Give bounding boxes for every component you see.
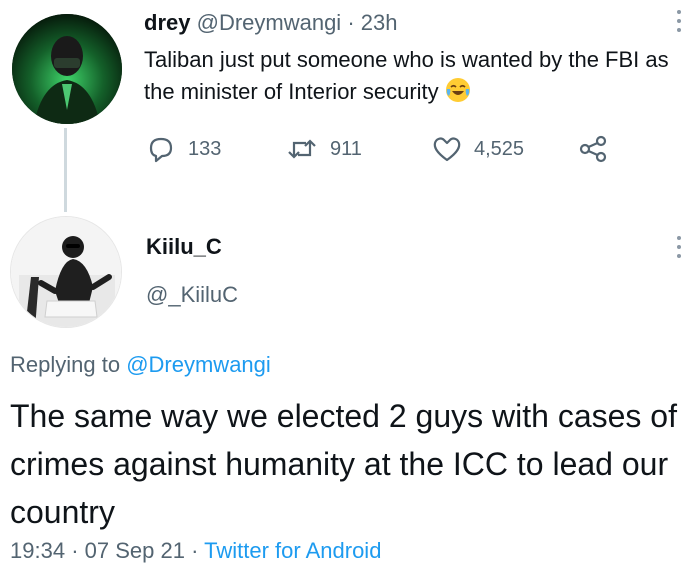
replying-to-label: Replying to <box>10 352 121 377</box>
share-action[interactable] <box>578 132 608 166</box>
more-options-icon[interactable] <box>672 232 686 262</box>
retweet-icon <box>288 139 316 159</box>
replying-to: Replying to @Dreymwangi <box>10 350 271 380</box>
tweet-original: drey @Dreymwangi · 23h Taliban just put … <box>0 0 692 212</box>
face-with-tears-of-joy-icon <box>445 77 471 103</box>
reply-text: The same way we elected 2 guys with case… <box>10 398 677 530</box>
reply-action[interactable]: 133 <box>146 132 221 166</box>
replying-to-mention[interactable]: @Dreymwangi <box>126 352 271 377</box>
share-icon <box>579 135 607 163</box>
reply-author-handle[interactable]: @_KiiluC <box>146 280 238 310</box>
reply-metadata: 19:34 · 07 Sep 21 · Twitter for Android <box>10 536 381 566</box>
like-count: 4,525 <box>474 137 525 160</box>
retweet-count: 911 <box>330 137 362 160</box>
tweet-actions: 133 911 4,525 <box>146 132 666 166</box>
thread-connector-line <box>64 128 67 212</box>
separator-dot: · <box>71 538 79 563</box>
reply-source-link[interactable]: Twitter for Android <box>204 538 381 563</box>
avatar-image <box>12 14 122 124</box>
separator-dot: · <box>191 538 199 563</box>
author-name[interactable]: drey <box>144 10 190 35</box>
reply-time[interactable]: 19:34 <box>10 538 65 563</box>
author-handle[interactable]: @Dreymwangi <box>197 10 342 35</box>
avatar-image <box>11 217 121 327</box>
tweet-time[interactable]: 23h <box>361 10 398 35</box>
tweet-text-body: Taliban just put someone who is wanted b… <box>144 47 669 104</box>
avatar-kiilu[interactable] <box>10 216 122 328</box>
reply-count: 133 <box>188 137 222 160</box>
retweet-action[interactable]: 911 <box>286 132 362 166</box>
reply-icon <box>149 137 173 163</box>
heart-icon <box>433 137 461 162</box>
tweet-text: Taliban just put someone who is wanted b… <box>144 44 674 108</box>
avatar-drey[interactable] <box>12 14 122 124</box>
more-options-icon[interactable] <box>672 6 686 36</box>
reply-author-name[interactable]: Kiilu_C <box>146 232 222 262</box>
separator-dot: · <box>347 10 355 35</box>
tweet-header: drey @Dreymwangi · 23h <box>144 8 398 38</box>
reply-date[interactable]: 07 Sep 21 <box>85 538 185 563</box>
like-action[interactable]: 4,525 <box>432 132 524 166</box>
